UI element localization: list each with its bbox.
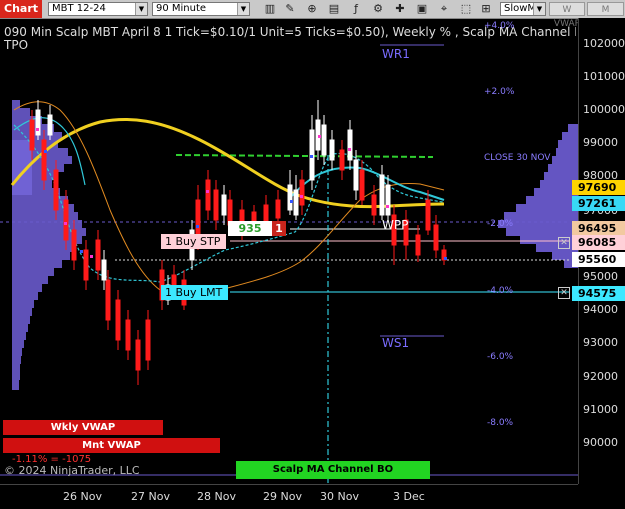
- chart-tab[interactable]: Chart: [0, 0, 42, 18]
- pct-plus4: +4.0%: [484, 21, 515, 31]
- price-flag-last: 95560: [572, 252, 625, 267]
- copyright-label: © 2024 NinjaTrader, LLC: [4, 464, 140, 477]
- interval-select[interactable]: 90 Minute ▼: [152, 2, 250, 16]
- price-flag-slow-ma: 97690: [572, 180, 625, 195]
- weekly-vwap-button[interactable]: W VWAP: [549, 2, 585, 29]
- pct-minus8: -8.0%: [487, 418, 514, 428]
- buy-stop-order[interactable]: 1 Buy STP: [161, 234, 226, 249]
- price-flag-channel: 97261: [572, 196, 625, 211]
- crosshair-icon[interactable]: ✚: [392, 1, 408, 17]
- slowma-select[interactable]: SlowMA ▼: [500, 2, 546, 16]
- channel-breakout-bar: Scalp MA Channel BO: [236, 461, 430, 479]
- price-label: 94000: [583, 303, 618, 316]
- weekly-vwap-bar: Wkly VWAP: [3, 420, 163, 435]
- instrument-select[interactable]: MBT 12-24 ▼: [48, 2, 148, 16]
- position-qty[interactable]: 935: [228, 221, 272, 236]
- draw-tools-icon[interactable]: ⌖: [436, 1, 452, 17]
- buy-limit-order[interactable]: 1 Buy LMT: [161, 285, 228, 300]
- price-label: 90000: [583, 436, 618, 449]
- wpp-label: WPP: [382, 218, 409, 232]
- date-label: 3 Dec: [393, 490, 425, 503]
- date-label: 27 Nov: [131, 490, 170, 503]
- target-line: [175, 154, 434, 158]
- position-badge[interactable]: 1: [272, 221, 286, 236]
- flag-value: 96085: [578, 236, 617, 249]
- date-axis[interactable]: 26 Nov 27 Nov 28 Nov 29 Nov 30 Nov 3 Dec: [0, 484, 578, 509]
- indicators-icon[interactable]: ƒ: [348, 1, 364, 17]
- price-flag-vwap: 96495: [572, 221, 625, 236]
- pct-minus2: -2.0%: [487, 219, 514, 229]
- chevron-down-icon: ▼: [135, 3, 147, 15]
- pct-minus4: -4.0%: [487, 286, 514, 296]
- price-label: 95000: [583, 270, 618, 283]
- chevron-down-icon: ▼: [533, 3, 545, 15]
- chart-toolbar: Chart MBT 12-24 ▼ 90 Minute ▼ ▥ ✎ ⊕ ▤ ƒ …: [0, 0, 625, 29]
- pencil-icon[interactable]: ✎: [282, 1, 298, 17]
- monthly-vwap-button[interactable]: M VWAP: [587, 2, 624, 29]
- price-label: 101000: [583, 70, 625, 83]
- price-label: 102000: [583, 37, 625, 50]
- price-label: 91000: [583, 403, 618, 416]
- strategies-icon[interactable]: ⚙: [370, 1, 386, 17]
- drawings-icon[interactable]: ⬚: [458, 1, 474, 17]
- flag-value: 97261: [578, 197, 617, 210]
- chevron-down-icon: ▼: [237, 3, 249, 15]
- date-label: 30 Nov: [320, 490, 359, 503]
- flag-value: 95560: [578, 253, 617, 266]
- ws1-label: WS1: [382, 336, 410, 350]
- bars-icon[interactable]: ▥: [262, 1, 278, 17]
- price-flag-buy-stop: 96085: [572, 235, 625, 250]
- price-label: 100000: [583, 103, 625, 116]
- interval-value: 90 Minute: [156, 3, 207, 14]
- date-label: 26 Nov: [63, 490, 102, 503]
- wr1-label: WR1: [382, 47, 410, 61]
- chart-title-line2: TPO: [4, 38, 29, 52]
- price-label: 99000: [583, 136, 618, 149]
- instrument-value: MBT 12-24: [52, 3, 106, 14]
- flag-value: 96495: [578, 222, 617, 235]
- cancel-stop-icon[interactable]: ✕: [558, 237, 570, 249]
- price-label: 92000: [583, 370, 618, 383]
- pct-minus6: -6.0%: [487, 352, 514, 362]
- flag-value: 97690: [578, 181, 617, 194]
- date-label: 29 Nov: [263, 490, 302, 503]
- cancel-limit-icon[interactable]: ✕: [558, 287, 570, 299]
- pct-plus2: +2.0%: [484, 87, 515, 97]
- close-nov-label: CLOSE 30 NOV: [484, 153, 551, 163]
- price-label: 93000: [583, 336, 618, 349]
- camera-icon[interactable]: ▣: [414, 1, 430, 17]
- price-chart-panel[interactable]: 090 Min Scalp MBT April 8 1 Tick=$0.10/1…: [0, 18, 578, 484]
- monthly-vwap-bar: Mnt VWAP: [3, 438, 220, 453]
- price-flag-buy-limit: 94575: [572, 286, 625, 301]
- flag-value: 94575: [578, 287, 617, 300]
- date-label: 28 Nov: [197, 490, 236, 503]
- lock-icon[interactable]: ⊞: [478, 1, 494, 17]
- price-axis[interactable]: 102000 101000 100000 99000 98000 97000 9…: [578, 18, 625, 484]
- zoom-in-icon[interactable]: ⊕: [304, 1, 320, 17]
- properties-icon[interactable]: ▤: [326, 1, 342, 17]
